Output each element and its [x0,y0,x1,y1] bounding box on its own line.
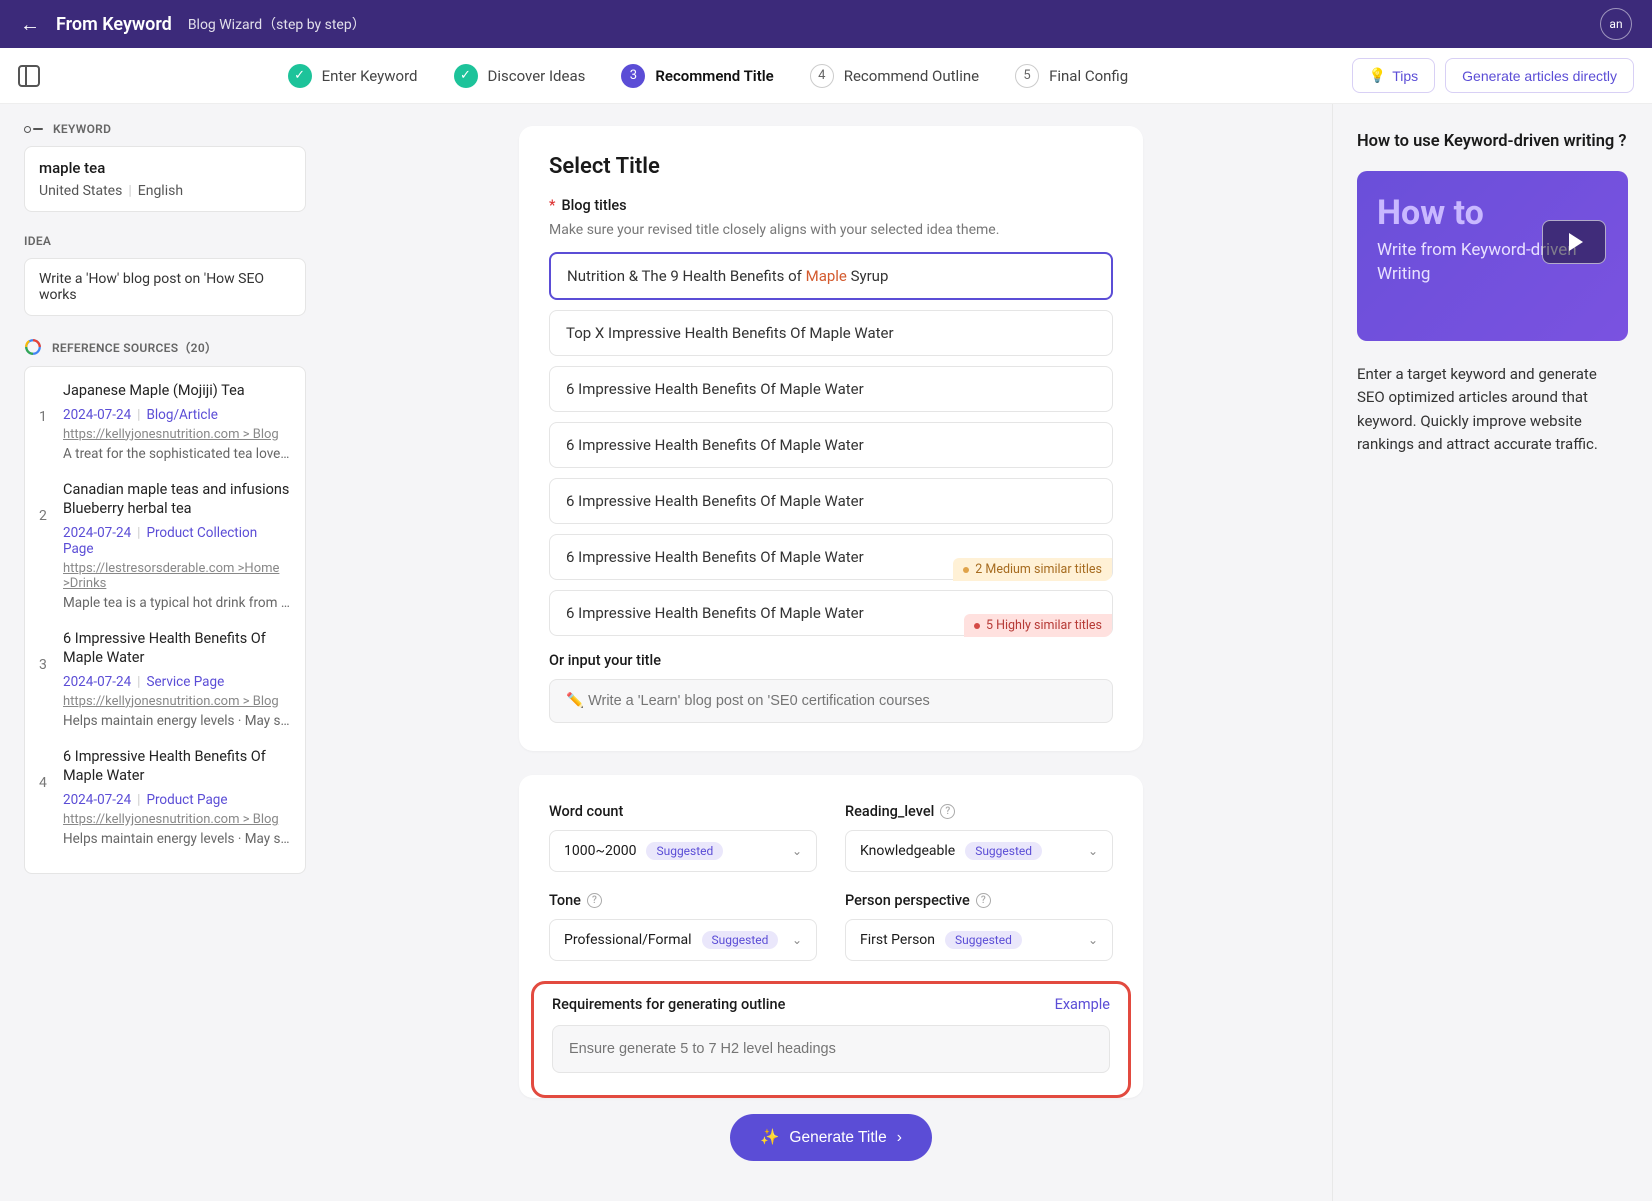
tips-button[interactable]: 💡 Tips [1352,58,1435,93]
select-title-card: Select Title * Blog titles Make sure you… [519,126,1143,751]
title-option[interactable]: Nutrition & The 9 Health Benefits of Map… [549,252,1113,300]
title-option[interactable]: Top X Impressive Health Benefits Of Mapl… [549,310,1113,356]
page-subtitle: Blog Wizard（step by step） [188,14,366,34]
steps-bar: ✓ Enter Keyword ✓ Discover Ideas 3 Recom… [0,48,1652,104]
references-section-label: REFERENCE SOURCES（20） [24,338,306,356]
custom-title-input[interactable] [549,679,1113,723]
play-icon[interactable] [1542,220,1606,264]
requirements-highlight-box: Requirements for generating outline Exam… [531,981,1131,1098]
reference-url[interactable]: https://kellyjonesnutrition.com > Blog [63,812,291,827]
help-icon[interactable]: ? [940,804,955,819]
avatar[interactable]: an [1600,8,1632,40]
top-header: ← From Keyword Blog Wizard（step by step）… [0,0,1652,48]
help-title: How to use Keyword-driven writing ? [1357,132,1628,151]
sparkle-icon: ✨ [760,1128,779,1147]
card-heading: Select Title [549,154,1113,179]
reference-list: 1 Japanese Maple (Mojiji) Tea 2024-07-24… [24,366,306,874]
person-perspective-select[interactable]: First PersonSuggested ⌄ [845,919,1113,961]
step-recommend-outline[interactable]: 4 Recommend Outline [810,64,979,88]
step-discover-ideas[interactable]: ✓ Discover Ideas [454,64,586,88]
page-title: From Keyword [56,14,172,35]
example-link[interactable]: Example [1055,996,1110,1013]
reference-item[interactable]: 4 6 Impressive Health Benefits Of Maple … [39,747,291,847]
generate-title-button[interactable]: ✨ Generate Title › [730,1114,932,1161]
title-option[interactable]: 6 Impressive Health Benefits Of Maple Wa… [549,534,1113,580]
reading-level-select[interactable]: KnowledgeableSuggested ⌄ [845,830,1113,872]
sidebar-toggle-icon[interactable] [18,65,40,87]
help-description: Enter a target keyword and generate SEO … [1357,363,1628,456]
keyword-section-label: KEYWORD [24,122,306,136]
tone-label: Tone ? [549,892,817,909]
word-count-select[interactable]: 1000~2000Suggested ⌄ [549,830,817,872]
step-recommend-title[interactable]: 3 Recommend Title [621,64,773,88]
help-icon[interactable]: ? [587,893,602,908]
video-thumbnail[interactable]: How to Write from Keyword-driven Writing [1357,171,1628,341]
similarity-badge-medium: 2 Medium similar titles [953,558,1112,581]
person-perspective-label: Person perspective ? [845,892,1113,909]
google-icon [24,338,42,356]
similarity-badge-high: 5 Highly similar titles [964,614,1112,637]
step-number: 4 [810,64,834,88]
keyword-meta: United States|English [39,183,291,199]
blog-titles-help: Make sure your revised title closely ali… [549,222,1113,238]
title-option[interactable]: 6 Impressive Health Benefits Of Maple Wa… [549,590,1113,636]
keyword-value: maple tea [39,159,291,177]
chevron-down-icon: ⌄ [792,844,802,858]
reference-url[interactable]: https://kellyjonesnutrition.com > Blog [63,694,291,709]
reference-item[interactable]: 1 Japanese Maple (Mojiji) Tea 2024-07-24… [39,381,291,462]
generate-direct-button[interactable]: Generate articles directly [1445,58,1634,93]
step-number: 3 [621,64,645,88]
reference-item[interactable]: 3 6 Impressive Health Benefits Of Maple … [39,629,291,729]
check-icon: ✓ [454,64,478,88]
back-arrow-icon[interactable]: ← [20,12,40,37]
main-content: Select Title * Blog titles Make sure you… [471,104,1191,1201]
tone-select[interactable]: Professional/FormalSuggested ⌄ [549,919,817,961]
step-final-config[interactable]: 5 Final Config [1015,64,1128,88]
custom-title-label: Or input your title [549,652,1113,669]
idea-box[interactable]: Write a 'How' blog post on 'How SEO work… [24,258,306,316]
step-number: 5 [1015,64,1039,88]
title-option[interactable]: 6 Impressive Health Benefits Of Maple Wa… [549,478,1113,524]
chevron-down-icon: ⌄ [792,933,802,947]
title-option[interactable]: 6 Impressive Health Benefits Of Maple Wa… [549,366,1113,412]
chevron-down-icon: ⌄ [1088,844,1098,858]
settings-card: Word count 1000~2000Suggested ⌄ Reading_… [519,775,1143,1098]
reading-level-label: Reading_level ? [845,803,1113,820]
chevron-right-icon: › [897,1129,902,1147]
title-option[interactable]: 6 Impressive Health Benefits Of Maple Wa… [549,422,1113,468]
sidebar: KEYWORD maple tea United States|English … [0,104,330,1201]
required-star-icon: * [549,197,555,214]
chevron-down-icon: ⌄ [1088,933,1098,947]
reference-item[interactable]: 2 Canadian maple teas and infusions Blue… [39,480,291,611]
help-icon[interactable]: ? [976,893,991,908]
word-count-label: Word count [549,803,817,820]
reference-url[interactable]: https://kellyjonesnutrition.com > Blog [63,427,291,442]
keyword-box[interactable]: maple tea United States|English [24,146,306,212]
lightbulb-icon: 💡 [1369,67,1386,84]
blog-titles-label: * Blog titles [549,197,1113,214]
check-icon: ✓ [288,64,312,88]
reference-url[interactable]: https://lestresorsderable.com >Home >Dri… [63,561,291,591]
steps-list: ✓ Enter Keyword ✓ Discover Ideas 3 Recom… [64,64,1352,88]
help-panel: How to use Keyword-driven writing ? How … [1332,104,1652,1201]
step-enter-keyword[interactable]: ✓ Enter Keyword [288,64,418,88]
requirements-label: Requirements for generating outline [552,996,785,1013]
key-icon [24,126,43,133]
requirements-input[interactable] [552,1025,1110,1073]
idea-section-label: IDEA [24,234,306,248]
